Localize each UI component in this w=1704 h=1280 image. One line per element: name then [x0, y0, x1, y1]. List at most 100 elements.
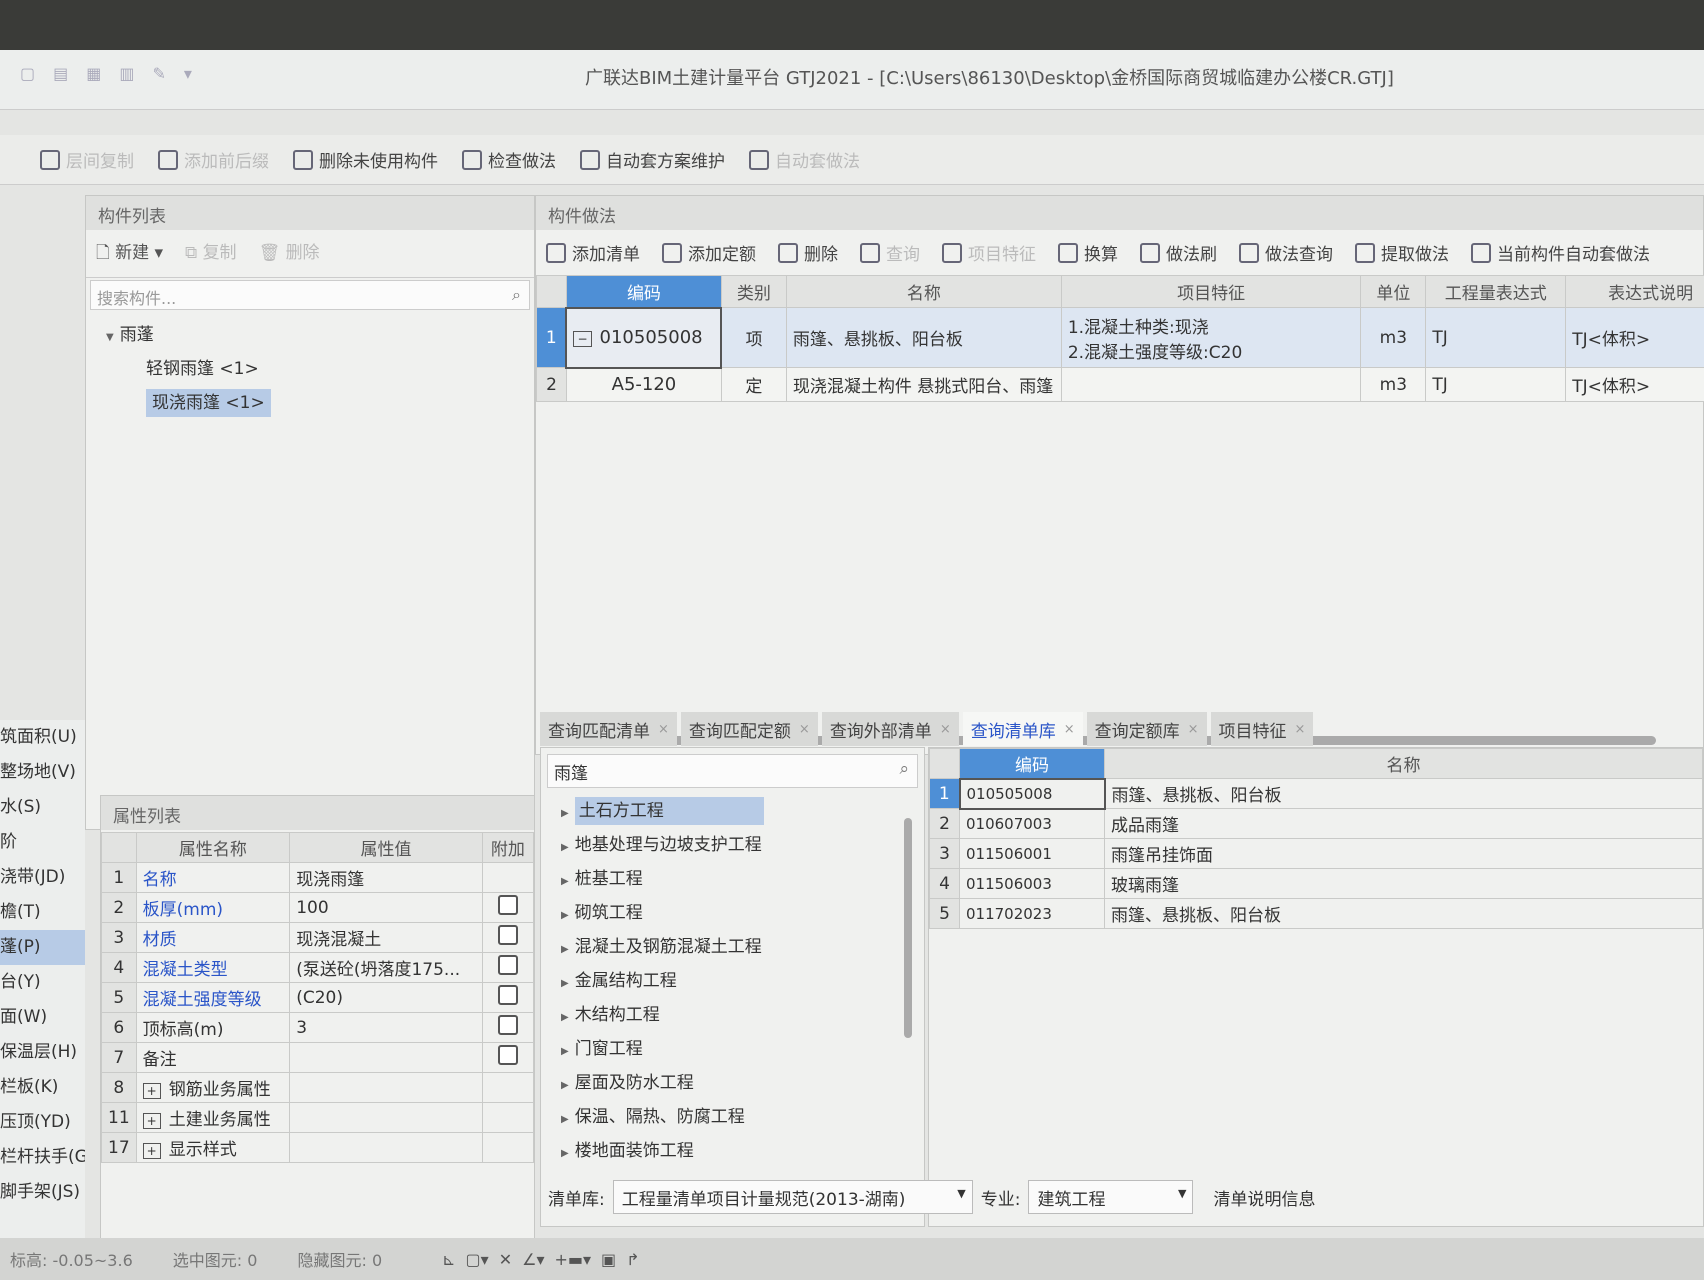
property-value[interactable]: 100	[289, 892, 483, 923]
library-tree-item[interactable]: ▶ 保温、隔热、防腐工程	[541, 1100, 924, 1134]
nav-item[interactable]: 水(S)	[0, 790, 85, 825]
close-icon[interactable]: ×	[658, 722, 669, 737]
brush-icon[interactable]: ✎	[153, 64, 166, 83]
property-value[interactable]: 3	[289, 1012, 483, 1043]
result-row[interactable]: 5 011702023 雨篷、悬挑板、阳台板	[929, 898, 1703, 929]
expand-icon[interactable]: +	[142, 1083, 161, 1099]
expand-icon[interactable]: ▶	[561, 1012, 569, 1023]
method-toolbar-button[interactable]: 提取做法	[1355, 240, 1449, 265]
property-value[interactable]	[289, 1132, 483, 1163]
query-tab[interactable]: 项目特征 ×	[1210, 712, 1314, 746]
toolbar-button[interactable]: 删除未使用构件	[293, 147, 438, 172]
property-row[interactable]: 8 + 钢筋业务属性	[101, 1072, 535, 1103]
library-tree-item[interactable]: ▶ 混凝土及钢筋混凝土工程	[541, 930, 924, 964]
property-value[interactable]: (C20)	[289, 982, 483, 1013]
grid-icon[interactable]: ▥	[119, 64, 134, 83]
property-row[interactable]: 5 混凝土强度等级 (C20)	[101, 982, 535, 1013]
property-value[interactable]	[289, 1072, 483, 1103]
method-row[interactable]: 2 A5-120 定现浇混凝土构件 悬挑式阳台、雨篷 m3 TJ TJ<体积>	[536, 367, 1704, 402]
expand-icon[interactable]: ▶	[561, 808, 569, 819]
property-value[interactable]	[289, 1102, 483, 1133]
method-toolbar-button[interactable]: 做法刷	[1140, 240, 1217, 265]
collapse-icon[interactable]: ▼	[106, 332, 114, 343]
layer-icon[interactable]: ▣	[601, 1250, 616, 1269]
property-value[interactable]: 现浇混凝土	[289, 922, 483, 953]
delete-button[interactable]: 🗑 删除	[259, 238, 320, 269]
snap-icon[interactable]: ⊾	[442, 1250, 455, 1269]
dropdown-icon[interactable]: ▾	[184, 64, 192, 83]
attach-checkbox[interactable]	[497, 985, 518, 1005]
nav-item[interactable]: 脚手架(JS)	[0, 1175, 85, 1210]
expand-icon[interactable]: +	[142, 1143, 161, 1159]
save-icon[interactable]: ▢	[20, 64, 35, 83]
expand-icon[interactable]: ▶	[561, 944, 569, 955]
angle-icon[interactable]: ∠▾	[522, 1250, 544, 1269]
property-value[interactable]: (泵送砼(坍落度175...	[289, 952, 483, 983]
nav-item[interactable]: 栏杆扶手(G)	[0, 1140, 85, 1175]
attach-checkbox[interactable]	[497, 895, 518, 915]
result-row[interactable]: 1 010505008 雨篷、悬挑板、阳台板	[929, 777, 1703, 810]
attach-checkbox[interactable]	[497, 955, 518, 975]
select-icon[interactable]: ▢▾	[466, 1250, 489, 1269]
offset-icon[interactable]: +▬▾	[554, 1250, 591, 1269]
library-tree-item[interactable]: ▶ 桩基工程	[541, 862, 924, 896]
library-tree-item[interactable]: ▶ 地基处理与边坡支护工程	[541, 828, 924, 862]
expand-icon[interactable]: ▶	[561, 876, 569, 887]
method-toolbar-button[interactable]: 项目特征	[942, 240, 1036, 265]
collapse-icon[interactable]: −	[573, 331, 592, 347]
expand-icon[interactable]: ▶	[561, 1114, 569, 1125]
query-tab[interactable]: 查询定额库 ×	[1086, 712, 1207, 746]
attach-checkbox[interactable]	[497, 925, 518, 945]
nav-item[interactable]: 蓬(P)	[0, 930, 85, 965]
query-tab[interactable]: 查询匹配清单 ×	[540, 712, 677, 746]
undo-icon[interactable]: ▤	[53, 64, 68, 83]
expand-icon[interactable]: ▶	[561, 1148, 569, 1159]
search-icon[interactable]: ⌕	[512, 285, 521, 305]
query-tab[interactable]: 查询清单库 ×	[962, 712, 1083, 746]
close-icon[interactable]: ×	[940, 722, 951, 737]
cross-icon[interactable]: ✕	[499, 1250, 512, 1269]
method-row[interactable]: 1−010505008 项雨篷、悬挑板、阳台板 1.混凝土种类:现浇 2.混凝土强度等…	[536, 306, 1704, 369]
search-icon[interactable]: ⌕	[899, 759, 909, 779]
nav-item[interactable]: 压顶(YD)	[0, 1105, 85, 1140]
component-search-input[interactable]: 搜索构件... ⌕	[90, 280, 530, 310]
new-button[interactable]: 🗋 新建 ▾	[96, 238, 163, 269]
attach-checkbox[interactable]	[497, 1045, 518, 1065]
nav-item[interactable]: 保温层(H)	[0, 1035, 85, 1070]
property-row[interactable]: 11 + 土建业务属性	[101, 1102, 535, 1133]
nav-item[interactable]: 整场地(V)	[0, 755, 85, 790]
redo-icon[interactable]: ▦	[86, 64, 101, 83]
expand-icon[interactable]: ▶	[561, 1046, 569, 1057]
expand-icon[interactable]: ▶	[561, 910, 569, 921]
property-row[interactable]: 4 混凝土类型 (泵送砼(坍落度175...	[101, 952, 535, 983]
library-tree-item[interactable]: ▶ 土石方工程	[541, 794, 924, 828]
library-tree-item[interactable]: ▶ 门窗工程	[541, 1032, 924, 1066]
nav-item[interactable]: 浇带(JD)	[0, 860, 85, 895]
library-tree-item[interactable]: ▶ 金属结构工程	[541, 964, 924, 998]
method-toolbar-button[interactable]: 查询	[860, 240, 920, 265]
expand-icon[interactable]: +	[142, 1113, 161, 1129]
nav-item[interactable]: 檐(T)	[0, 895, 85, 930]
library-tree-item[interactable]: ▶ 木结构工程	[541, 998, 924, 1032]
result-row[interactable]: 4 011506003 玻璃雨篷	[929, 868, 1703, 899]
property-row[interactable]: 6 顶标高(m) 3	[101, 1012, 535, 1043]
property-row[interactable]: 7 备注	[101, 1042, 535, 1073]
expand-icon[interactable]: ▶	[561, 1080, 569, 1091]
tree-item[interactable]: 轻钢雨篷 <1>	[106, 352, 534, 386]
toolbar-button[interactable]: 层间复制	[40, 147, 134, 172]
method-toolbar-button[interactable]: 添加定额	[662, 240, 756, 265]
query-tab[interactable]: 查询外部清单 ×	[821, 712, 959, 746]
nav-item[interactable]: 筑面积(U)	[0, 720, 85, 755]
nav-item[interactable]: 阶	[0, 825, 85, 860]
method-toolbar-button[interactable]: 换算	[1058, 240, 1118, 265]
library-tree-item[interactable]: ▶ 楼地面装饰工程	[541, 1134, 924, 1168]
tree-group[interactable]: ▼ 雨蓬	[106, 318, 534, 352]
library-tree-item[interactable]: ▶ 屋面及防水工程	[541, 1066, 924, 1100]
property-row[interactable]: 1 名称 现浇雨篷	[101, 862, 535, 893]
toolbar-button[interactable]: 添加前后缀	[158, 147, 269, 172]
method-toolbar-button[interactable]: 删除	[778, 240, 838, 265]
vertical-scrollbar[interactable]	[904, 818, 912, 1038]
toolbar-button[interactable]: 自动套做法	[749, 147, 860, 172]
library-select[interactable]: 工程量清单项目计量规范(2013-湖南) ▼	[612, 1180, 973, 1214]
specialty-select[interactable]: 建筑工程 ▼	[1028, 1180, 1194, 1214]
